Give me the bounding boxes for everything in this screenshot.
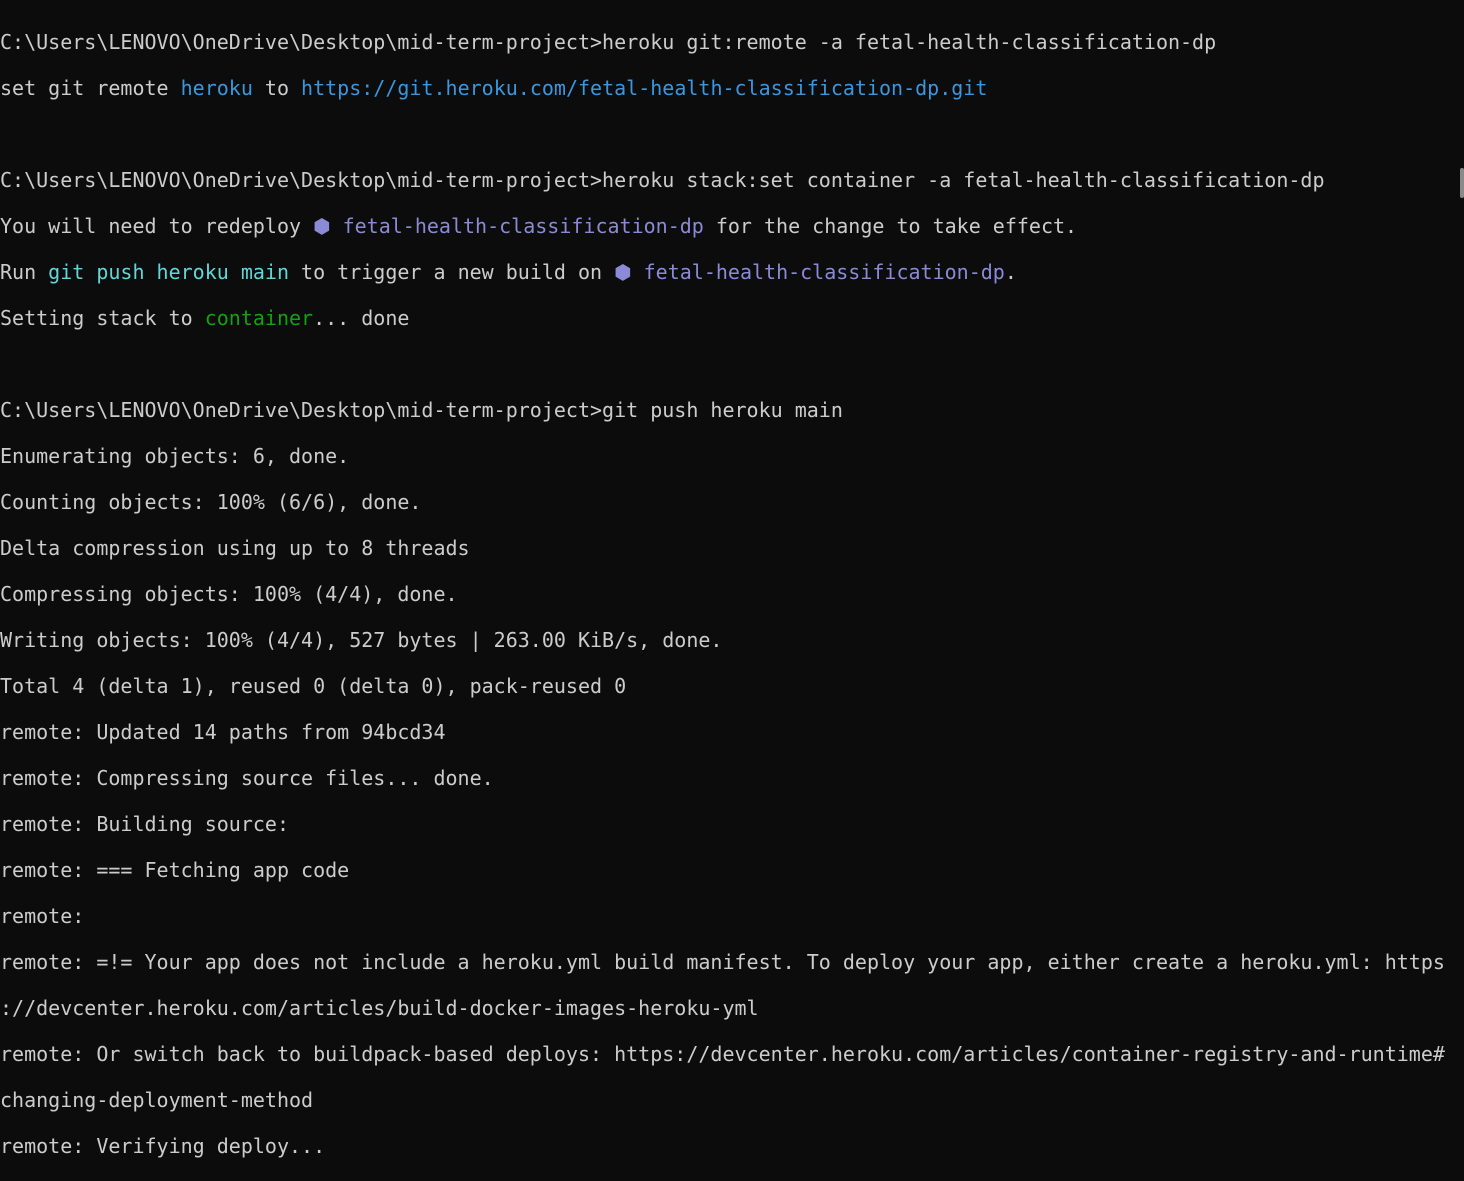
- output-line: remote:: [0, 904, 85, 928]
- text: for the change to take effect.: [703, 214, 1078, 238]
- output-line: Enumerating objects: 6, done.: [0, 444, 350, 468]
- app-name: ⬢ fetal-health-classification-dp: [614, 260, 1005, 284]
- output-line: changing-deployment-method: [0, 1088, 314, 1112]
- command-line: C:\Users\LENOVO\OneDrive\Desktop\mid-ter…: [0, 398, 843, 422]
- terminal-output[interactable]: C:\Users\LENOVO\OneDrive\Desktop\mid-ter…: [0, 8, 1445, 1181]
- text: to trigger a new build on: [289, 260, 615, 284]
- text: You will need to redeploy: [0, 214, 314, 238]
- output-line: remote: Compressing source files... done…: [0, 766, 494, 790]
- text: Run: [0, 260, 49, 284]
- output-line: remote: Updated 14 paths from 94bcd34: [0, 720, 446, 744]
- app-name: ⬢ fetal-health-classification-dp: [313, 214, 704, 238]
- output-line: remote: =!= Your app does not include a …: [0, 950, 1445, 974]
- text: to: [252, 76, 302, 100]
- output-line: Total 4 (delta 1), reused 0 (delta 0), p…: [0, 674, 627, 698]
- output-line: Compressing objects: 100% (4/4), done.: [0, 582, 458, 606]
- output-line: ://devcenter.heroku.com/articles/build-d…: [0, 996, 759, 1020]
- remote-url-link[interactable]: https://git.heroku.com/fetal-health-clas…: [301, 76, 987, 100]
- output-line: set git remote heroku to https://git.her…: [0, 77, 1445, 100]
- command-line: C:\Users\LENOVO\OneDrive\Desktop\mid-ter…: [0, 168, 1325, 192]
- output-line: You will need to redeploy ⬢ fetal-health…: [0, 215, 1445, 238]
- output-line: Counting objects: 100% (6/6), done.: [0, 490, 422, 514]
- output-line: remote: Verifying deploy...: [0, 1134, 326, 1158]
- text: set git remote: [0, 76, 181, 100]
- text: .: [1004, 260, 1017, 284]
- text: Setting stack to: [0, 306, 205, 330]
- output-line: remote: === Fetching app code: [0, 858, 350, 882]
- remote-name: heroku: [180, 76, 253, 100]
- output-line: remote: Or switch back to buildpack-base…: [0, 1042, 1445, 1066]
- output-line: remote: Building source:: [0, 812, 289, 836]
- text: ... done: [313, 306, 410, 330]
- command-line: C:\Users\LENOVO\OneDrive\Desktop\mid-ter…: [0, 30, 1217, 54]
- scrollbar-thumb[interactable]: [1460, 168, 1464, 198]
- output-line: Setting stack to container... done: [0, 307, 1445, 330]
- stack-name: container: [204, 306, 314, 330]
- output-line: Run git push heroku main to trigger a ne…: [0, 261, 1445, 284]
- command-hint: git push heroku main: [48, 260, 289, 284]
- output-line: Writing objects: 100% (4/4), 527 bytes |…: [0, 628, 723, 652]
- output-line: Delta compression using up to 8 threads: [0, 536, 470, 560]
